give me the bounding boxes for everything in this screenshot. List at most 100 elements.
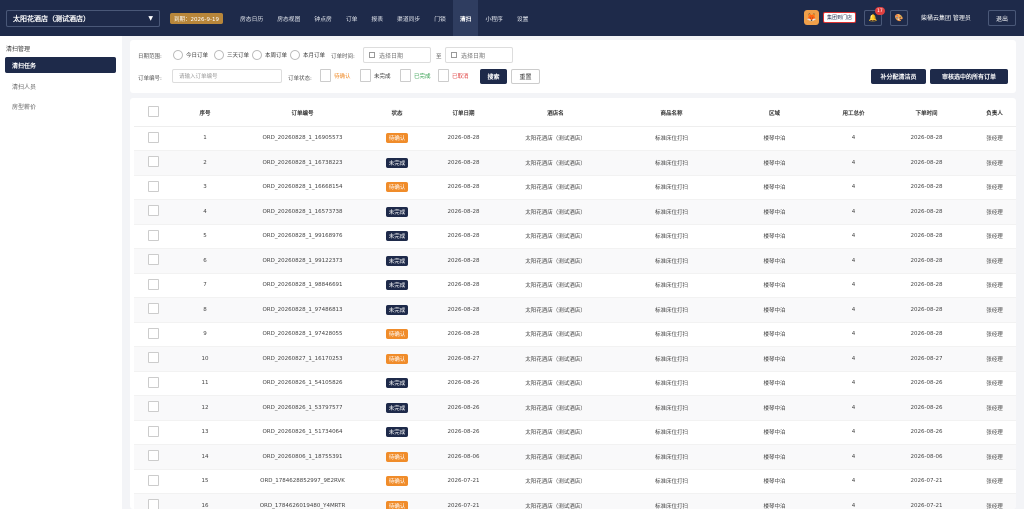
- cell-product: 标准床位打扫: [611, 224, 732, 249]
- cell-order-no: ORD_20260828_1_97428055: [238, 322, 367, 347]
- sidebar-item-cleaning-tasks[interactable]: 清扫任务: [5, 57, 116, 73]
- radio-today[interactable]: 今日订单: [173, 50, 208, 60]
- status-badge: 未完成: [385, 206, 409, 217]
- header-select-all[interactable]: [134, 100, 172, 127]
- row-checkbox[interactable]: [147, 401, 159, 413]
- row-checkbox-cell[interactable]: [134, 175, 172, 200]
- cell-price: 4: [817, 150, 890, 176]
- radio-circle: [214, 50, 224, 60]
- nav-item[interactable]: 订单: [339, 0, 365, 36]
- search-button[interactable]: 搜索: [480, 69, 507, 84]
- radio-label: 本月订单: [303, 53, 326, 59]
- row-checkbox-cell[interactable]: [134, 420, 172, 445]
- row-checkbox-cell[interactable]: [134, 297, 172, 323]
- end-date-picker[interactable]: 选择日期: [445, 47, 513, 63]
- caret-down-icon: ▼: [148, 15, 153, 22]
- row-checkbox-cell[interactable]: [134, 273, 172, 298]
- nav-item[interactable]: 房态视图: [270, 0, 307, 36]
- select-all-checkbox[interactable]: [147, 106, 159, 118]
- cell-area: 楼琴中泊: [732, 469, 817, 494]
- status-checkbox-cancelled[interactable]: 已取消: [438, 69, 469, 82]
- table-row: 1 ORD_20260828_1_16905573 待确认 2026-08-28 太阳花…: [134, 126, 1016, 151]
- column-header: 负责人: [963, 100, 1016, 127]
- row-checkbox-cell[interactable]: [134, 469, 172, 494]
- sidebar-item-room-type-pay[interactable]: 房型薪价: [5, 98, 116, 114]
- nav-item[interactable]: 房态日历: [233, 0, 270, 36]
- row-checkbox[interactable]: [147, 303, 159, 315]
- nav-item[interactable]: 小程序: [478, 0, 509, 36]
- cell-order-date: 2026-08-27: [427, 346, 500, 372]
- row-checkbox-cell[interactable]: [134, 395, 172, 421]
- cell-price: 4: [817, 248, 890, 274]
- table-row: 3 ORD_20260828_1_16668154 待确认 2026-08-28 太阳花…: [134, 175, 1016, 200]
- reset-button[interactable]: 重置: [511, 69, 540, 84]
- cell-order-time: 2026-08-27: [890, 346, 963, 372]
- cell-hotel: 太阳花酒店（测试酒店）: [500, 199, 611, 225]
- row-checkbox-cell[interactable]: [134, 199, 172, 225]
- cell-order-no: ORD_20260828_1_99122373: [238, 248, 367, 274]
- nav-item[interactable]: 报表: [364, 0, 390, 36]
- row-checkbox[interactable]: [147, 205, 159, 217]
- radio-this-month[interactable]: 本月订单: [290, 50, 325, 60]
- row-checkbox[interactable]: [147, 278, 159, 290]
- cell-no: 9: [172, 322, 238, 347]
- row-checkbox[interactable]: [147, 156, 159, 168]
- table-row: 14 ORD_20260806_1_18755391 待确认 2026-08-06 太阳…: [134, 444, 1016, 470]
- status-checkbox-undone[interactable]: 未完成: [360, 69, 391, 82]
- audit-selected-button[interactable]: 审核选中的所有订单: [930, 69, 1008, 84]
- row-checkbox-cell[interactable]: [134, 248, 172, 274]
- row-checkbox[interactable]: [147, 474, 159, 486]
- row-checkbox[interactable]: [147, 131, 159, 143]
- row-checkbox-cell[interactable]: [134, 126, 172, 151]
- row-checkbox[interactable]: [147, 499, 159, 509]
- radio-three-days[interactable]: 三天订单: [214, 50, 249, 60]
- column-header: 序号: [172, 100, 238, 127]
- cell-owner: 张经理: [963, 346, 1016, 372]
- cell-price: 4: [817, 199, 890, 225]
- row-checkbox-cell[interactable]: [134, 322, 172, 347]
- row-checkbox[interactable]: [147, 180, 159, 192]
- cell-price: 4: [817, 175, 890, 200]
- cell-area: 楼琴中泊: [732, 444, 817, 470]
- date-range-label: 日期范围:: [138, 54, 162, 60]
- palette-icon[interactable]: 🎨: [890, 10, 908, 26]
- row-checkbox-cell[interactable]: [134, 150, 172, 176]
- row-checkbox-cell[interactable]: [134, 224, 172, 249]
- cell-order-no: ORD_20260828_1_16905573: [238, 126, 367, 151]
- row-checkbox-cell[interactable]: [134, 493, 172, 509]
- row-checkbox[interactable]: [147, 425, 159, 437]
- cell-hotel: 太阳花酒店（测试酒店）: [500, 395, 611, 421]
- group-to-store-button[interactable]: 集团到门店: [823, 12, 857, 23]
- nav-item[interactable]: 清扫: [452, 0, 479, 36]
- row-checkbox[interactable]: [147, 450, 159, 462]
- status-checkbox-pending[interactable]: 待确认: [320, 69, 351, 82]
- hotel-select-value: 太阳花酒店（测试酒店）: [13, 14, 90, 23]
- start-date-picker[interactable]: 选择日期: [363, 47, 431, 63]
- cell-order-time: 2026-07-21: [890, 469, 963, 494]
- nav-item[interactable]: 钟点房: [307, 0, 338, 36]
- sidebar-item-cleaning-staff[interactable]: 清扫人员: [5, 78, 116, 94]
- row-checkbox[interactable]: [147, 352, 159, 364]
- cell-order-no: ORD_20260828_1_99168976: [238, 224, 367, 249]
- row-checkbox-cell[interactable]: [134, 346, 172, 372]
- nav-item[interactable]: 门锁: [427, 0, 453, 36]
- assign-cleaner-button[interactable]: 补分配清洁员: [871, 69, 926, 84]
- hotel-select[interactable]: 太阳花酒店（测试酒店） ▼: [6, 10, 160, 27]
- status-checkbox-done[interactable]: 已完成: [400, 69, 431, 82]
- nav-item[interactable]: 设置: [510, 0, 536, 36]
- cell-area: 楼琴中泊: [732, 248, 817, 274]
- row-checkbox[interactable]: [147, 254, 159, 266]
- cell-order-time: 2026-08-28: [890, 248, 963, 274]
- row-checkbox[interactable]: [147, 229, 159, 241]
- cell-price: 4: [817, 493, 890, 509]
- order-no-input[interactable]: 请输入订单编号: [172, 69, 282, 83]
- row-checkbox[interactable]: [147, 376, 159, 388]
- radio-label: 今日订单: [186, 53, 209, 59]
- radio-this-week[interactable]: 本周订单: [252, 50, 287, 60]
- cell-order-date: 2026-08-28: [427, 297, 500, 323]
- row-checkbox-cell[interactable]: [134, 444, 172, 470]
- nav-item[interactable]: 渠道同步: [390, 0, 427, 36]
- logout-button[interactable]: 退出: [988, 10, 1016, 26]
- row-checkbox-cell[interactable]: [134, 371, 172, 396]
- row-checkbox[interactable]: [147, 327, 159, 339]
